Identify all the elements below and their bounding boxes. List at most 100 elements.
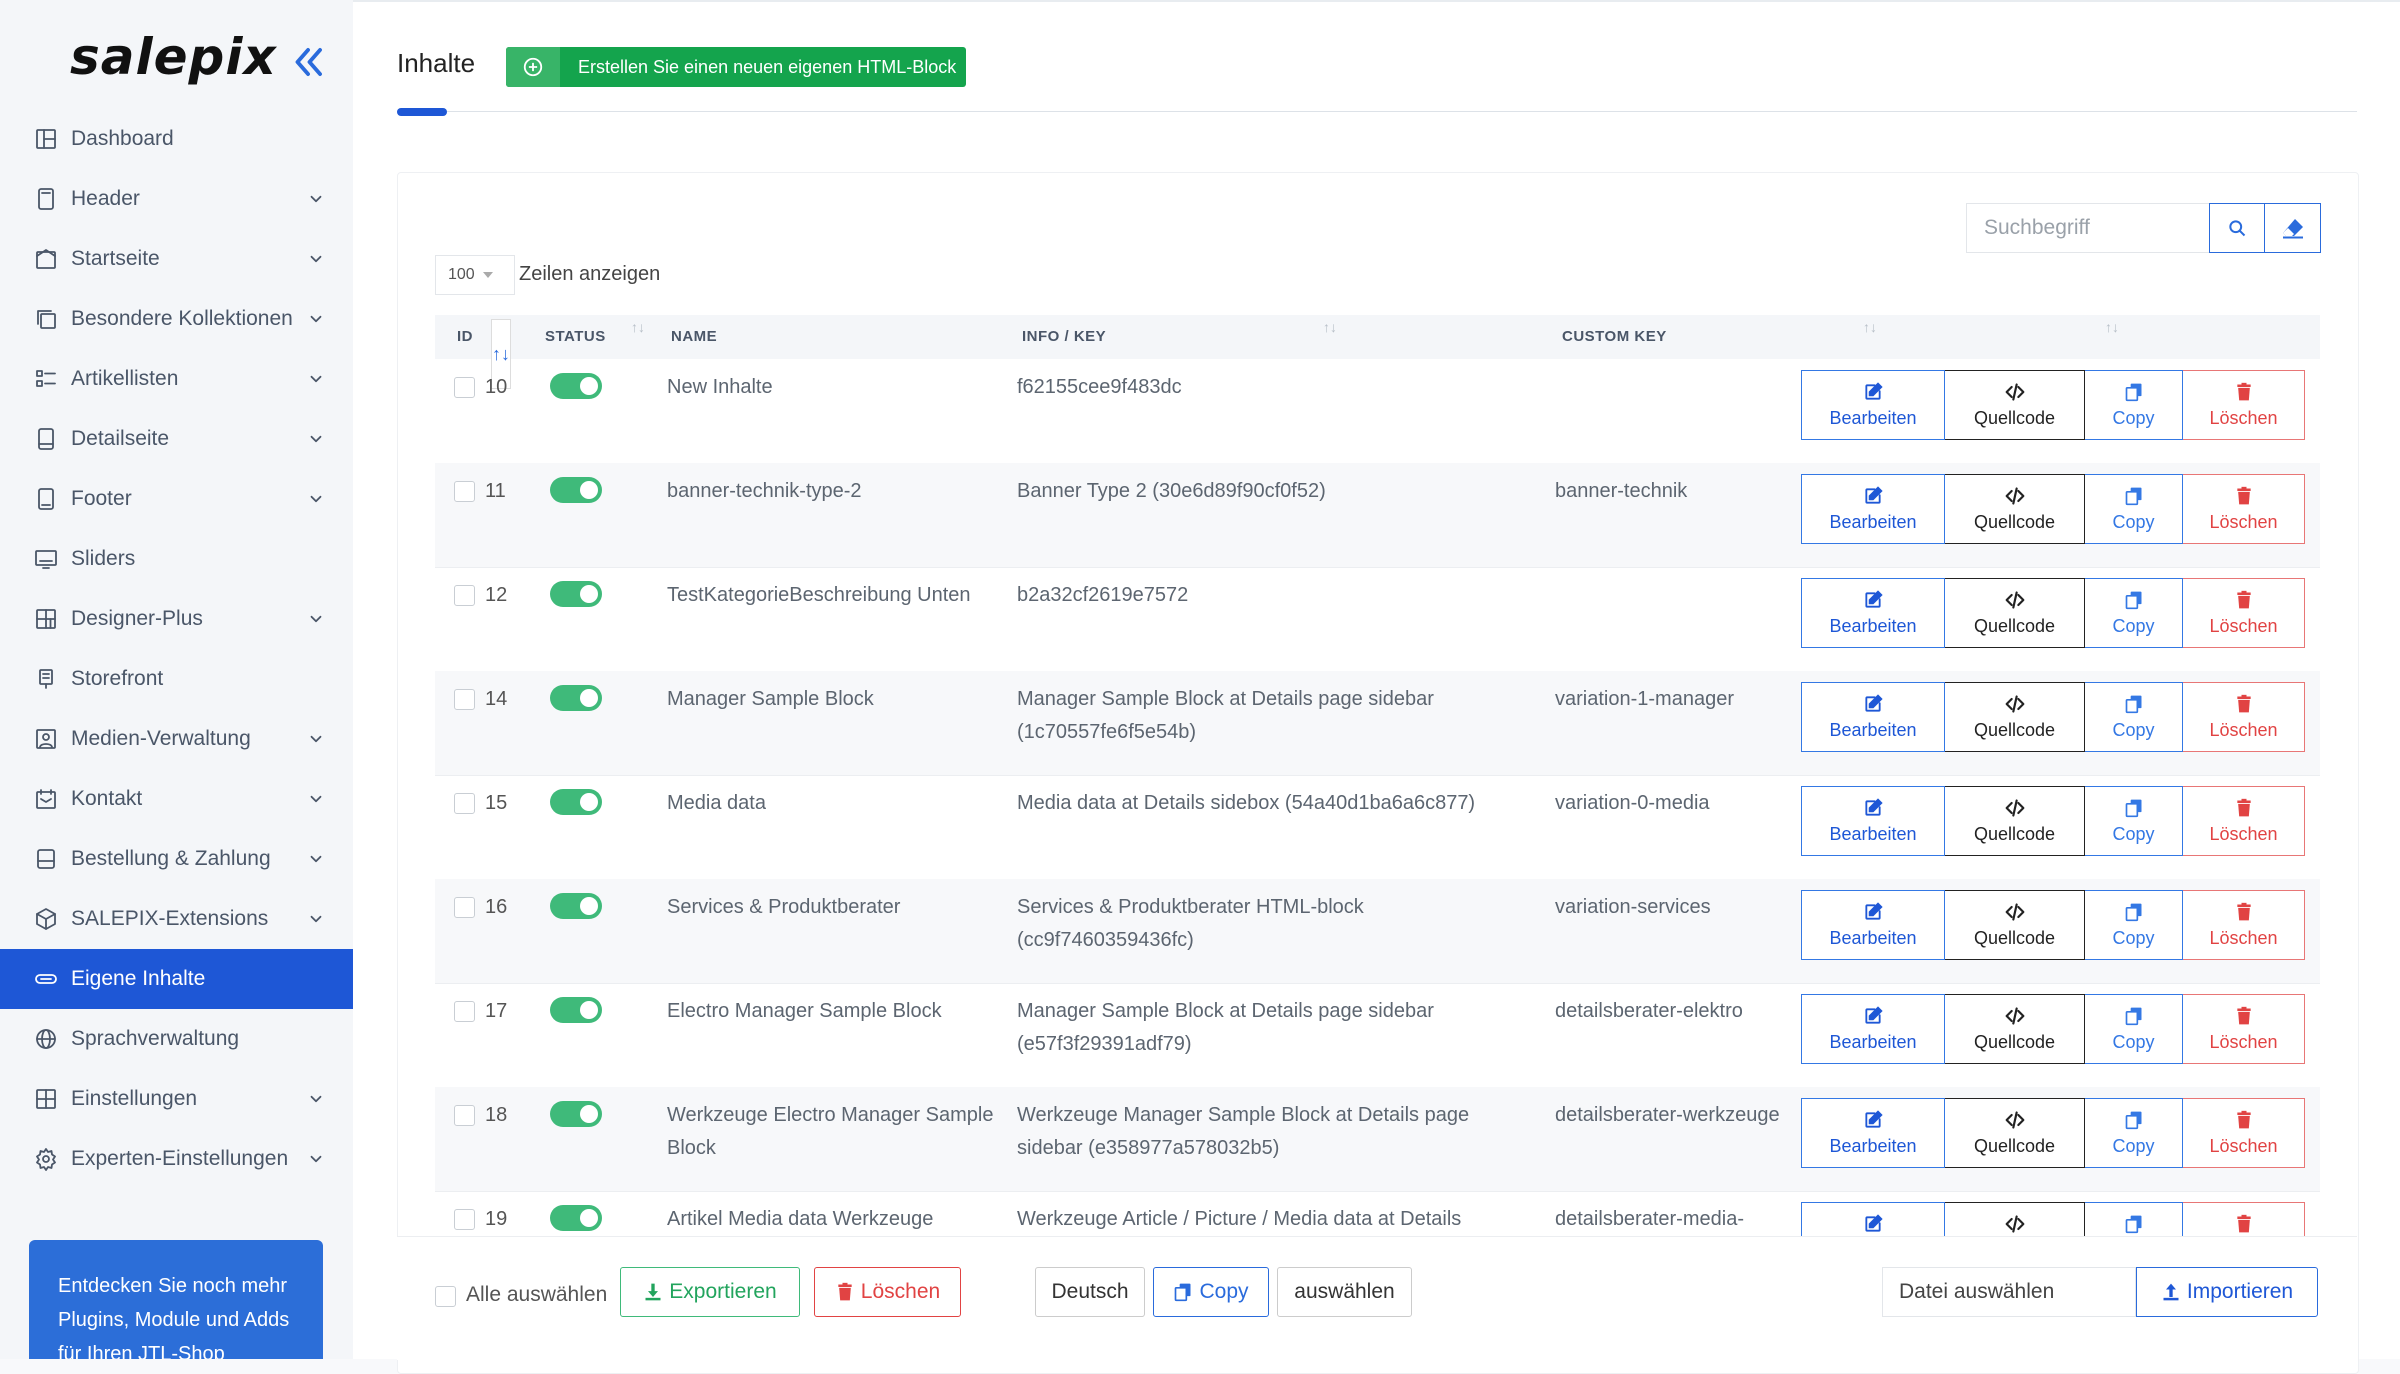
column-header-info[interactable]: INFO / KEY xyxy=(1022,315,1106,359)
bulk-delete-button[interactable]: Löschen xyxy=(814,1267,961,1317)
column-header-id[interactable]: ID xyxy=(457,315,473,359)
new-html-block-button[interactable]: Erstellen Sie einen neuen eigenen HTML-B… xyxy=(506,47,967,87)
sidebar-item-einstellungen[interactable]: Einstellungen xyxy=(0,1069,353,1129)
chevron-down-icon[interactable] xyxy=(307,370,325,388)
row-checkbox[interactable] xyxy=(454,689,475,710)
delete-button[interactable]: Löschen xyxy=(2183,578,2305,648)
status-toggle[interactable] xyxy=(550,997,602,1023)
delete-button[interactable]: Löschen xyxy=(2183,1098,2305,1168)
sidebar-item-storefront[interactable]: Storefront xyxy=(0,649,353,709)
sidebar-item-experten-einstellungen[interactable]: Experten-Einstellungen xyxy=(0,1129,353,1189)
sidebar-item-medien-verwaltung[interactable]: Medien-Verwaltung xyxy=(0,709,353,769)
row-checkbox[interactable] xyxy=(454,1209,475,1230)
chevron-down-icon[interactable] xyxy=(307,910,325,928)
clear-search-button[interactable] xyxy=(2265,203,2321,253)
status-toggle[interactable] xyxy=(550,1205,602,1231)
row-checkbox[interactable] xyxy=(454,793,475,814)
copy-button[interactable]: Copy xyxy=(2085,1098,2183,1168)
sort-icon[interactable]: ↑↓ xyxy=(2105,319,2119,335)
source-button[interactable]: Quellcode xyxy=(1945,890,2085,960)
chevron-down-icon[interactable] xyxy=(307,310,325,328)
edit-button[interactable]: Bearbeiten xyxy=(1801,1098,1945,1168)
column-header-name[interactable]: NAME xyxy=(671,315,717,359)
copy-button[interactable]: Copy xyxy=(2085,682,2183,752)
row-checkbox[interactable] xyxy=(454,897,475,918)
sidebar-item-artikellisten[interactable]: Artikellisten xyxy=(0,349,353,409)
rows-per-page-select[interactable]: 100 xyxy=(435,255,515,295)
sort-icon[interactable]: ↑↓ xyxy=(1323,319,1337,335)
sidebar-item-footer[interactable]: Footer xyxy=(0,469,353,529)
column-header-custom-key[interactable]: CUSTOM KEY xyxy=(1562,315,1667,359)
source-button[interactable]: Quellcode xyxy=(1945,994,2085,1064)
edit-button[interactable]: Bearbeiten xyxy=(1801,578,1945,648)
file-input[interactable]: Datei auswählen xyxy=(1882,1267,2136,1317)
row-checkbox[interactable] xyxy=(454,1105,475,1126)
row-checkbox[interactable] xyxy=(454,377,475,398)
salepix-logo[interactable]: salepix xyxy=(70,28,277,86)
chevron-down-icon[interactable] xyxy=(307,430,325,448)
sidebar-item-startseite[interactable]: Startseite xyxy=(0,229,353,289)
delete-button[interactable]: Löschen xyxy=(2183,370,2305,440)
copy-button[interactable]: Copy xyxy=(2085,370,2183,440)
chevron-down-icon[interactable] xyxy=(307,790,325,808)
row-checkbox[interactable] xyxy=(454,481,475,502)
export-button[interactable]: Exportieren xyxy=(620,1267,800,1317)
source-button[interactable]: Quellcode xyxy=(1945,1098,2085,1168)
sort-icon[interactable]: ↑↓ xyxy=(631,319,645,335)
sidebar-item-sprachverwaltung[interactable]: Sprachverwaltung xyxy=(0,1009,353,1069)
delete-button[interactable]: Löschen xyxy=(2183,890,2305,960)
search-button[interactable] xyxy=(2209,203,2265,253)
edit-button[interactable]: Bearbeiten xyxy=(1801,890,1945,960)
choose-button[interactable]: auswählen xyxy=(1277,1267,1412,1317)
chevron-down-icon[interactable] xyxy=(307,610,325,628)
chevron-down-icon[interactable] xyxy=(307,850,325,868)
sidebar-item-designer-plus[interactable]: Designer-Plus xyxy=(0,589,353,649)
edit-button[interactable]: Bearbeiten xyxy=(1801,474,1945,544)
sidebar-item-detailseite[interactable]: Detailseite xyxy=(0,409,353,469)
sidebar-item-besondere-kollektionen[interactable]: Besondere Kollektionen xyxy=(0,289,353,349)
column-header-status[interactable]: STATUS xyxy=(545,315,606,359)
source-button[interactable]: Quellcode xyxy=(1945,474,2085,544)
copy-button[interactable]: Copy xyxy=(2085,994,2183,1064)
status-toggle[interactable] xyxy=(550,789,602,815)
chevron-down-icon[interactable] xyxy=(307,490,325,508)
status-toggle[interactable] xyxy=(550,1101,602,1127)
sidebar-item-dashboard[interactable]: Dashboard xyxy=(0,109,353,169)
language-button[interactable]: Deutsch xyxy=(1035,1267,1145,1317)
delete-button[interactable]: Löschen xyxy=(2183,682,2305,752)
copy-button[interactable]: Copy xyxy=(2085,890,2183,960)
copy-button[interactable]: Copy xyxy=(2085,578,2183,648)
copy-button[interactable]: Copy xyxy=(2085,786,2183,856)
sidebar-item-header[interactable]: Header xyxy=(0,169,353,229)
edit-button[interactable]: Bearbeiten xyxy=(1801,682,1945,752)
source-button[interactable]: Quellcode xyxy=(1945,786,2085,856)
source-button[interactable]: Quellcode xyxy=(1945,578,2085,648)
status-toggle[interactable] xyxy=(550,477,602,503)
sort-icon[interactable]: ↑↓ xyxy=(1863,319,1877,335)
select-all-checkbox[interactable] xyxy=(435,1286,456,1307)
chevron-down-icon[interactable] xyxy=(307,1090,325,1108)
sidebar-item-eigene-inhalte[interactable]: Eigene Inhalte xyxy=(0,949,353,1009)
source-button[interactable]: Quellcode xyxy=(1945,370,2085,440)
chevron-down-icon[interactable] xyxy=(307,250,325,268)
sidebar-item-sliders[interactable]: Sliders xyxy=(0,529,353,589)
chevron-down-icon[interactable] xyxy=(307,730,325,748)
row-checkbox[interactable] xyxy=(454,1001,475,1022)
chevron-down-icon[interactable] xyxy=(307,190,325,208)
double-chevron-left-icon[interactable] xyxy=(290,44,326,80)
edit-button[interactable]: Bearbeiten xyxy=(1801,994,1945,1064)
edit-button[interactable]: Bearbeiten xyxy=(1801,370,1945,440)
search-input[interactable] xyxy=(1966,203,2209,253)
row-checkbox[interactable] xyxy=(454,585,475,606)
promo-banner[interactable]: Entdecken Sie noch mehr Plugins, Module … xyxy=(29,1240,323,1359)
status-toggle[interactable] xyxy=(550,373,602,399)
status-toggle[interactable] xyxy=(550,685,602,711)
bulk-copy-button[interactable]: Copy xyxy=(1153,1267,1269,1317)
source-button[interactable]: Quellcode xyxy=(1945,682,2085,752)
import-button[interactable]: Importieren xyxy=(2136,1267,2318,1317)
chevron-down-icon[interactable] xyxy=(307,1150,325,1168)
status-toggle[interactable] xyxy=(550,893,602,919)
source-button[interactable]: Quellcode xyxy=(1945,1202,2085,1236)
sidebar-item-salepix-extensions[interactable]: SALEPIX-Extensions xyxy=(0,889,353,949)
delete-button[interactable]: Löschen xyxy=(2183,1202,2305,1236)
